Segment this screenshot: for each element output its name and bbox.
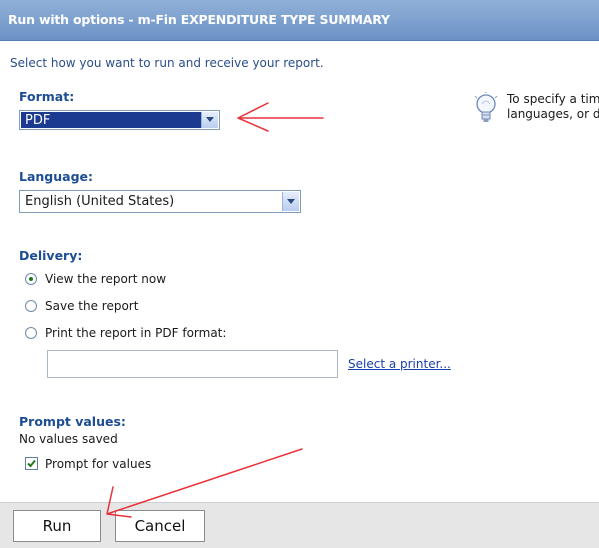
language-dropdown-button[interactable] (282, 192, 299, 211)
checkmark-icon (27, 459, 36, 468)
radio-view-report-button[interactable] (25, 273, 37, 285)
prompt-status-text: No values saved (19, 432, 118, 446)
radio-save-report-label[interactable]: Save the report (45, 299, 138, 313)
instructions-text: Select how you want to run and receive y… (10, 56, 324, 70)
annotation-arrow-format (237, 102, 324, 132)
printer-field[interactable] (47, 350, 338, 378)
language-label: Language: (19, 169, 94, 184)
run-button[interactable]: Run (13, 510, 101, 542)
chevron-down-icon (287, 199, 295, 204)
language-selected-value: English (United States) (25, 194, 175, 209)
tip-text: To specify a tim languages, or d (507, 92, 599, 122)
radio-save-report-button[interactable] (25, 300, 37, 312)
format-select[interactable]: PDF (19, 110, 220, 130)
format-selected-value: PDF (21, 112, 201, 128)
cancel-button[interactable]: Cancel (115, 510, 205, 542)
window-title-bar: Run with options - m-Fin EXPENDITURE TYP… (0, 0, 599, 41)
radio-print-report-button[interactable] (25, 327, 37, 339)
prompt-for-values-label[interactable]: Prompt for values (45, 457, 151, 471)
chevron-down-icon (206, 117, 214, 122)
format-label: Format: (19, 89, 75, 104)
radio-print-report-label[interactable]: Print the report in PDF format: (45, 326, 226, 340)
prompt-for-values-checkbox[interactable] (25, 457, 38, 470)
tip-text-line-1: To specify a tim (507, 92, 599, 106)
radio-view-report-label[interactable]: View the report now (45, 272, 166, 286)
select-printer-link[interactable]: Select a printer... (348, 357, 451, 371)
tip-text-line-2: languages, or d (507, 107, 599, 121)
lightbulb-icon (474, 92, 498, 122)
delivery-label: Delivery: (19, 248, 83, 263)
prompt-values-label: Prompt values: (19, 414, 126, 429)
window-title: Run with options - m-Fin EXPENDITURE TYP… (8, 12, 390, 27)
language-select[interactable]: English (United States) (19, 190, 301, 213)
format-dropdown-button[interactable] (201, 112, 218, 128)
